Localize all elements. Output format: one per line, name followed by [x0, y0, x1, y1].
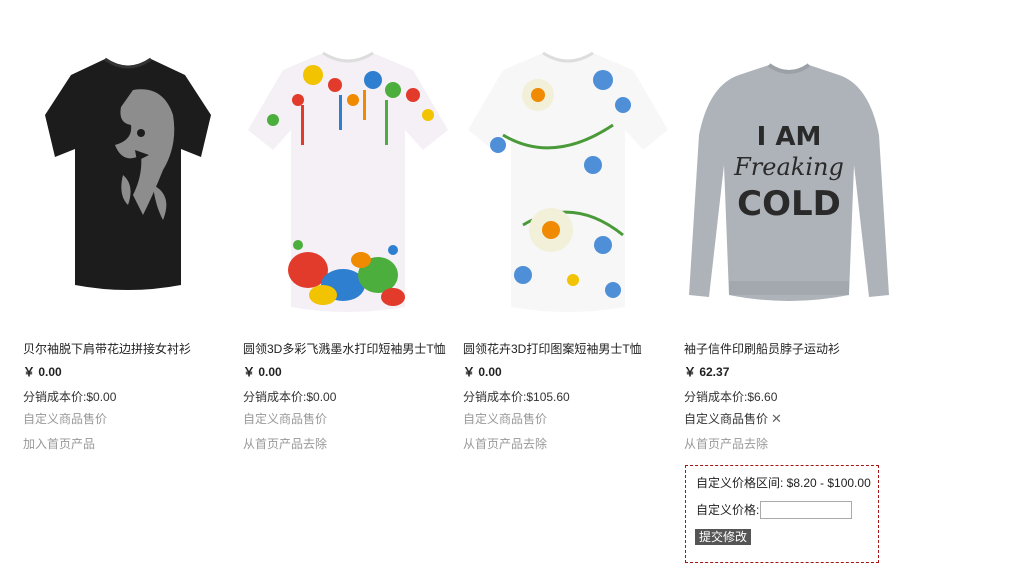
custom-price-link[interactable]: 自定义商品售价 — [243, 411, 327, 427]
product-image-splash-tshirt[interactable] — [243, 45, 453, 315]
product-image-gray-sweatshirt[interactable]: I AM Freaking COLD — [684, 45, 894, 315]
cost-value: $6.60 — [747, 390, 778, 404]
custom-price-row: 自定义价格: — [696, 501, 853, 519]
product-price: ￥ 0.00 — [243, 365, 282, 379]
print-line: Freaking — [733, 153, 844, 181]
custom-price-label[interactable]: 自定义商品售价 — [684, 412, 768, 426]
submit-changes-button[interactable]: 提交修改 — [695, 529, 752, 545]
distribution-cost: 分销成本价:$0.00 — [23, 389, 116, 405]
product-price: ￥ 0.00 — [463, 365, 502, 379]
product-grid: 贝尔袖脱下肩带花边拼接女衬衫 ￥ 0.00 分销成本价:$0.00 自定义商品售… — [0, 0, 1018, 576]
product-name[interactable]: 圆领花卉3D打印图案短袖男士T恤 — [463, 341, 678, 357]
cost-label: 分销成本价: — [463, 390, 527, 404]
cost-label: 分销成本价: — [243, 390, 307, 404]
custom-price-panel: 自定义价格区间: $8.20 - $100.00 自定义价格: 提交修改 — [685, 465, 879, 563]
distribution-cost: 分销成本价:$0.00 — [243, 389, 336, 405]
remove-from-homepage-link[interactable]: 从首页产品去除 — [243, 436, 327, 452]
print-line: I AM — [757, 122, 822, 152]
custom-price-toggle[interactable]: 自定义商品售价 ✕ — [684, 411, 782, 427]
distribution-cost: 分销成本价:$105.60 — [463, 389, 570, 405]
remove-from-homepage-link[interactable]: 从首页产品去除 — [684, 436, 768, 452]
cost-label: 分销成本价: — [23, 390, 87, 404]
cost-value: $0.00 — [306, 390, 337, 404]
product-name[interactable]: 袖子信件印刷船员脖子运动衫 — [684, 341, 899, 357]
product-image-black-tshirt[interactable] — [23, 45, 233, 315]
custom-price-link[interactable]: 自定义商品售价 — [463, 411, 547, 427]
product-price: ￥ 62.37 — [684, 365, 730, 379]
close-icon[interactable]: ✕ — [771, 411, 782, 427]
remove-from-homepage-link[interactable]: 从首页产品去除 — [463, 436, 547, 452]
cost-label: 分销成本价: — [684, 390, 748, 404]
product-name[interactable]: 贝尔袖脱下肩带花边拼接女衬衫 — [23, 341, 238, 357]
price-range-text: 自定义价格区间: $8.20 - $100.00 — [696, 476, 871, 490]
product-price: ￥ 0.00 — [23, 365, 62, 379]
distribution-cost: 分销成本价:$6.60 — [684, 389, 777, 405]
cost-value: $105.60 — [526, 390, 570, 404]
custom-price-label: 自定义价格: — [696, 503, 760, 517]
custom-price-link[interactable]: 自定义商品售价 — [23, 411, 107, 427]
cost-value: $0.00 — [86, 390, 117, 404]
product-image-floral-tshirt[interactable] — [463, 45, 673, 315]
add-to-homepage-link[interactable]: 加入首页产品 — [23, 436, 95, 452]
custom-price-input[interactable] — [760, 501, 853, 519]
print-line: COLD — [737, 184, 841, 224]
product-name[interactable]: 圆领3D多彩飞溅墨水打印短袖男士T恤 — [243, 341, 458, 357]
